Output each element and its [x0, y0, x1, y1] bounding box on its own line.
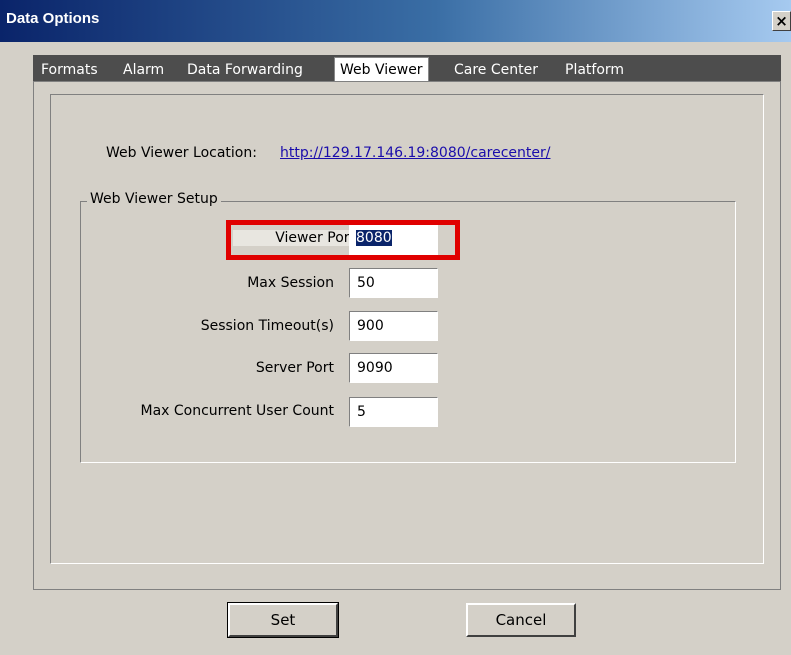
session-timeout-input[interactable]: 900 — [349, 311, 438, 341]
tab-data-forwarding[interactable]: Data Forwarding — [182, 59, 308, 81]
server-port-label: Server Port — [255, 360, 334, 376]
max-session-value: 50 — [357, 275, 375, 291]
web-viewer-location-link[interactable]: http://129.17.146.19:8080/carecenter/ — [280, 145, 550, 161]
set-button[interactable]: Set — [227, 602, 339, 638]
session-timeout-value: 900 — [357, 318, 384, 334]
max-session-input[interactable]: 50 — [349, 268, 438, 298]
title-bar: Data Options — [0, 0, 791, 42]
max-concurrent-user-count-label: Max Concurrent User Count — [140, 403, 335, 419]
viewer-port-highlight — [226, 220, 460, 260]
tab-formats[interactable]: Formats — [36, 59, 103, 81]
session-timeout-label: Session Timeout(s) — [200, 318, 334, 334]
close-icon[interactable]: × — [772, 11, 791, 31]
max-concurrent-user-count-input[interactable]: 5 — [349, 397, 438, 427]
cancel-button[interactable]: Cancel — [466, 603, 576, 637]
web-viewer-setup-legend: Web Viewer Setup — [87, 191, 221, 207]
server-port-input[interactable]: 9090 — [349, 353, 438, 383]
max-concurrent-user-count-value: 5 — [357, 404, 366, 420]
tab-web-viewer[interactable]: Web Viewer — [334, 57, 429, 81]
tab-platform[interactable]: Platform — [560, 59, 629, 81]
max-session-label: Max Session — [247, 275, 334, 291]
tab-alarm[interactable]: Alarm — [118, 59, 169, 81]
window-title: Data Options — [6, 10, 100, 27]
web-viewer-location-label: Web Viewer Location: — [106, 145, 257, 161]
tab-care-center[interactable]: Care Center — [449, 59, 543, 81]
server-port-value: 9090 — [357, 360, 393, 376]
